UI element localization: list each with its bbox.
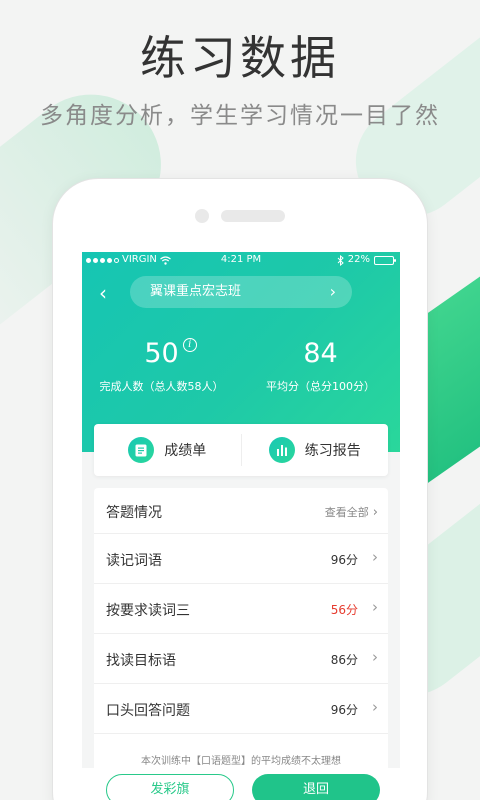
result-note: 本次训练中【口语题型】的平均成绩不太理想 [141, 756, 341, 767]
practice-report-button[interactable]: 练习报告 [242, 424, 389, 476]
phone-camera [195, 209, 209, 223]
info-icon[interactable]: i [182, 338, 197, 352]
item-label: 找读目标语 [106, 653, 176, 669]
hero-title: 练习数据 [140, 31, 340, 85]
chevron-right-icon: › [372, 505, 378, 520]
bottom-action-bar: 发彩旗 退回 [82, 768, 400, 800]
hero-subtitle: 多角度分析，学生学习情况一目了然 [40, 103, 440, 129]
average-label: 平均分（总分100分） [266, 380, 375, 393]
bluetooth-icon [337, 254, 344, 266]
chevron-right-icon: › [372, 698, 378, 716]
item-score: 96分 [330, 553, 358, 567]
item-label: 口头回答问题 [106, 703, 190, 719]
report-card-button[interactable]: 成绩单 [94, 424, 241, 476]
action-card: 成绩单 练习报告 [94, 424, 388, 476]
list-item[interactable]: 找读目标语 86分 › [94, 634, 388, 684]
class-name: 翼课重点宏志班 [150, 284, 242, 299]
status-bar: VIRGIN 4:21 PM 22% [82, 252, 400, 268]
completed-count: 50 [144, 338, 179, 369]
list-item[interactable]: 口头回答问题 96分 › [94, 684, 388, 734]
return-button[interactable]: 退回 [252, 774, 380, 800]
view-all-link[interactable]: 查看全部 › [325, 504, 378, 520]
item-label: 按要求读词三 [106, 603, 190, 619]
item-score: 96分 [330, 703, 358, 717]
average-score: 84 [303, 338, 338, 369]
item-score: 86分 [330, 653, 358, 667]
send-flag-button[interactable]: 发彩旗 [106, 774, 234, 800]
list-item[interactable]: 按要求读词三 56分 › [94, 584, 388, 634]
report-card-label: 成绩单 [164, 443, 207, 459]
practice-report-label: 练习报告 [304, 443, 361, 459]
answers-title: 答题情况 [106, 505, 162, 521]
phone-speaker [221, 210, 285, 222]
back-arrow-icon[interactable]: ‹ [92, 282, 114, 306]
list-item[interactable]: 读记词语 96分 › [94, 534, 388, 584]
item-score: 56分 [330, 603, 358, 617]
battery-percent: 22% [347, 254, 370, 265]
chevron-right-icon: › [372, 598, 378, 616]
summary-header: VIRGIN 4:21 PM 22% ‹ 翼课重点宏志班 › 50 i 完成人数… [82, 252, 400, 452]
report-card-icon [128, 437, 155, 463]
item-label: 读记词语 [106, 553, 162, 569]
answers-header: 答题情况 查看全部 › [94, 488, 388, 534]
bar-chart-icon [268, 437, 295, 463]
chevron-right-icon: › [329, 282, 336, 301]
chevron-right-icon: › [372, 548, 378, 566]
completed-label: 完成人数（总人数58人） [99, 380, 224, 393]
chevron-right-icon: › [372, 648, 378, 666]
stat-completed: 50 i 完成人数（总人数58人） [82, 336, 241, 394]
class-selector[interactable]: 翼课重点宏志班 › [130, 276, 352, 308]
app-screen: VIRGIN 4:21 PM 22% ‹ 翼课重点宏志班 › 50 i 完成人数… [82, 252, 400, 800]
stat-average: 84 平均分（总分100分） [241, 336, 400, 394]
battery-icon [374, 255, 396, 265]
